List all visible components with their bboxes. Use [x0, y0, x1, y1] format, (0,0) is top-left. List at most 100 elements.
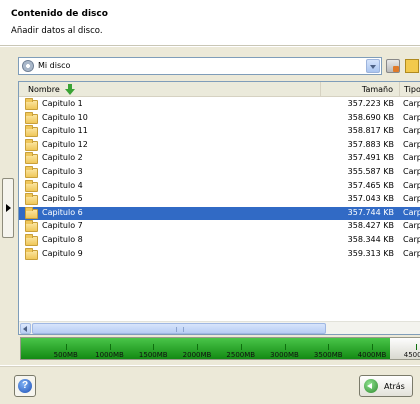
file-row[interactable]: Capitulo 10 358.690 KB Carp: [19, 111, 420, 126]
file-size: 357.465 KB: [347, 180, 394, 190]
wizard-header: Contenido de disco Añadir datos al disco…: [0, 0, 420, 46]
file-row[interactable]: Capitulo 4 357.465 KB Carp: [19, 179, 420, 194]
file-name: Capitulo 2: [42, 153, 83, 163]
file-size: 357.491 KB: [347, 153, 394, 163]
file-name: Capitulo 4: [42, 180, 83, 190]
file-size: 357.744 KB: [347, 207, 394, 217]
capacity-tick: [153, 344, 155, 350]
file-type: Carp: [403, 234, 420, 244]
file-name: Capitulo 7: [42, 221, 83, 231]
side-expander-tab[interactable]: [2, 178, 14, 238]
wizard-footer: ? Atrás: [0, 366, 420, 404]
file-name: Capitulo 8: [42, 234, 83, 244]
file-list[interactable]: Nombre Tamaño Tipo Capitulo 1 357.223 KB C…: [18, 81, 420, 335]
file-type: Carp: [403, 153, 420, 163]
folder-icon: [25, 138, 38, 151]
folder-icon: [25, 125, 38, 138]
help-button[interactable]: ?: [14, 375, 36, 397]
folder-icon: [25, 165, 38, 178]
sort-down-arrow-icon: [65, 84, 75, 95]
scroll-left-icon[interactable]: [20, 323, 31, 334]
new-folder-icon[interactable]: [405, 59, 419, 73]
file-name: Capitulo 11: [42, 126, 88, 136]
file-size: 358.690 KB: [347, 112, 394, 122]
folder-icon: [25, 233, 38, 246]
file-type: Carp: [403, 139, 420, 149]
capacity-tick-label: 2500MB: [226, 351, 256, 359]
disk-capacity-bar: 500MB 1000MB 1500MB 2000MB 2500MB 3000MB 3500M…: [20, 337, 420, 360]
capacity-tick-label: 500MB: [53, 351, 78, 359]
file-size: 355.587 KB: [347, 166, 394, 176]
column-header-size[interactable]: Tamaño: [321, 82, 400, 97]
back-button-label: Atrás: [384, 382, 405, 391]
file-row[interactable]: Capitulo 11 358.817 KB Carp: [19, 125, 420, 139]
file-size: 357.883 KB: [347, 139, 394, 149]
folder-icon: [25, 206, 38, 219]
capacity-tick: [240, 344, 242, 350]
disk-icon: [22, 60, 34, 72]
capacity-tick: [197, 344, 198, 350]
file-row[interactable]: Capitulo 12 357.883 KB Carp: [19, 138, 420, 153]
file-row[interactable]: Capitulo 1 357.223 KB Carp: [19, 98, 420, 112]
file-type: Carp: [403, 207, 420, 217]
file-size: 358.817 KB: [347, 126, 394, 136]
capacity-tick-label: 4500: [403, 351, 420, 359]
capacity-tick-label: 2000MB: [182, 351, 212, 359]
location-value: Mi disco: [38, 61, 71, 70]
capacity-tick: [372, 344, 373, 350]
file-type: Carp: [403, 126, 420, 136]
scroll-thumb[interactable]: [32, 323, 326, 334]
file-name: Capitulo 6: [40, 207, 85, 217]
file-name: Capitulo 12: [42, 139, 88, 149]
back-button[interactable]: Atrás: [359, 375, 413, 397]
folder-icon: [25, 179, 38, 192]
file-name: Capitulo 3: [42, 166, 83, 176]
file-size: 358.427 KB: [347, 221, 394, 231]
file-size: 358.344 KB: [347, 234, 394, 244]
file-name: Capitulo 1: [42, 99, 83, 108]
page-subtitle: Añadir datos al disco.: [11, 26, 103, 36]
file-size: 357.223 KB: [347, 99, 394, 108]
file-type: Carp: [403, 99, 420, 108]
back-arrow-icon: [364, 379, 378, 393]
capacity-tick: [109, 344, 111, 350]
capacity-tick-label: 1500MB: [138, 351, 168, 359]
folder-icon: [25, 247, 38, 260]
file-size: 357.043 KB: [347, 194, 394, 204]
disk-action-icon[interactable]: [386, 59, 400, 73]
location-combo[interactable]: Mi disco: [18, 57, 382, 75]
horizontal-scrollbar[interactable]: [19, 321, 420, 334]
file-row[interactable]: Capitulo 5 357.043 KB Carp: [19, 193, 420, 207]
column-name-label: Nombre: [28, 85, 60, 94]
folder-icon: [25, 98, 38, 110]
capacity-tick-label: 1000MB: [95, 351, 124, 359]
file-type: Carp: [403, 194, 420, 204]
scroll-grip-icon: [176, 327, 184, 332]
file-name: Capitulo 10: [42, 112, 88, 122]
file-row[interactable]: Capitulo 7 358.427 KB Carp: [19, 220, 420, 234]
capacity-tick-label: 4000MB: [357, 351, 387, 359]
file-name: Capitulo 9: [42, 248, 83, 258]
capacity-tick: [328, 344, 330, 350]
file-type: Carp: [403, 248, 420, 258]
file-row[interactable]: Capitulo 8 358.344 KB Carp: [19, 233, 420, 248]
file-type: Carp: [403, 221, 420, 231]
folder-icon: [25, 111, 38, 124]
file-type: Carp: [403, 112, 420, 122]
capacity-tick: [415, 344, 417, 350]
file-row[interactable]: Capitulo 2 357.491 KB Carp: [19, 152, 420, 166]
file-row[interactable]: Capitulo 9 359.313 KB Carp: [19, 247, 420, 262]
chevron-down-icon[interactable]: [366, 59, 380, 73]
column-header-type[interactable]: Tipo: [400, 82, 420, 97]
help-icon: ?: [18, 379, 32, 393]
file-rows: Capitulo 1 357.223 KB Carp Capitulo 10 358.6…: [19, 98, 420, 261]
file-row[interactable]: Capitulo 3 355.587 KB Carp: [19, 165, 420, 180]
capacity-tick-label: 3500MB: [313, 351, 343, 359]
expand-arrow-icon: [6, 204, 11, 212]
capacity-tick-label: 3000MB: [270, 351, 299, 359]
file-row[interactable]: Capitulo 6 357.744 KB Carp: [19, 206, 420, 221]
file-size: 359.313 KB: [347, 248, 394, 258]
file-type: Carp: [403, 180, 420, 190]
capacity-tick: [284, 344, 286, 350]
folder-icon: [25, 220, 38, 233]
